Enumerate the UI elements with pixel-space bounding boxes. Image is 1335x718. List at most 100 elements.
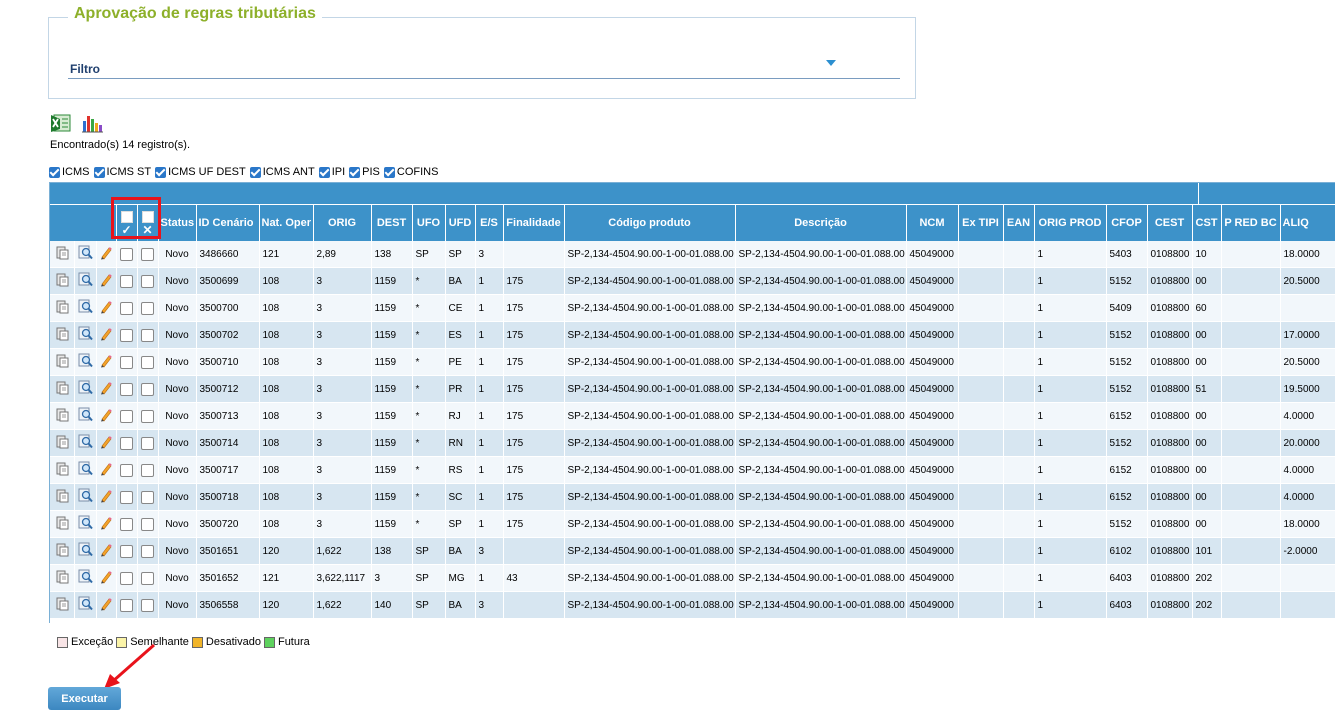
tax-filter-pis[interactable]: PIS	[349, 166, 380, 178]
search-magnifier-icon[interactable]	[78, 488, 93, 506]
tax-filter-cofins[interactable]: COFINS	[383, 166, 438, 178]
column-header[interactable]: E/S	[475, 205, 504, 241]
pencil-edit-icon[interactable]	[99, 489, 113, 506]
search-magnifier-icon[interactable]	[78, 326, 93, 344]
pencil-edit-icon[interactable]	[99, 408, 113, 425]
pencil-edit-icon[interactable]	[99, 327, 113, 344]
column-header[interactable]: CFOP	[1106, 205, 1148, 241]
approve-checkbox[interactable]	[120, 328, 133, 342]
approve-checkbox[interactable]	[120, 409, 133, 423]
filter-toggle[interactable]: Filtro	[70, 62, 100, 76]
pencil-edit-icon[interactable]	[99, 597, 113, 614]
approve-checkbox[interactable]	[120, 274, 133, 288]
document-icon[interactable]	[55, 435, 69, 452]
document-icon[interactable]	[55, 273, 69, 290]
pencil-edit-icon[interactable]	[99, 273, 113, 290]
tax-filter-icms[interactable]: ICMS	[49, 166, 90, 178]
document-icon[interactable]	[55, 462, 69, 479]
checkbox-icon[interactable]	[383, 166, 395, 178]
tax-filter-icms-uf-dest[interactable]: ICMS UF DEST	[155, 166, 246, 178]
column-header[interactable]: ORIG PROD	[1034, 205, 1107, 241]
reject-checkbox[interactable]	[141, 571, 154, 585]
column-header[interactable]: Status	[158, 205, 197, 241]
reject-checkbox[interactable]	[141, 544, 154, 558]
document-icon[interactable]	[55, 543, 69, 560]
table-row[interactable]: Novo 3500700 108 3 1159 * CE 1 175 SP-2,134-4504.…	[50, 294, 1335, 322]
pencil-edit-icon[interactable]	[99, 462, 113, 479]
pencil-edit-icon[interactable]	[99, 300, 113, 317]
checkbox-icon[interactable]	[49, 166, 60, 178]
reject-checkbox[interactable]	[141, 247, 154, 261]
tax-filter-icms-ant[interactable]: ICMS ANT	[249, 166, 315, 178]
document-icon[interactable]	[55, 354, 69, 371]
pencil-edit-icon[interactable]	[99, 570, 113, 587]
document-icon[interactable]	[55, 489, 69, 506]
checkbox-icon[interactable]	[93, 166, 105, 178]
column-header[interactable]: ALIQ	[1280, 205, 1335, 241]
table-row[interactable]: Novo 3500712 108 3 1159 * PR 1 175 SP-2,134-4504.…	[50, 375, 1335, 403]
column-header[interactable]: CST	[1192, 205, 1222, 241]
column-header[interactable]: EAN	[1003, 205, 1035, 241]
checkbox-icon[interactable]	[349, 166, 361, 178]
search-magnifier-icon[interactable]	[78, 245, 93, 263]
document-icon[interactable]	[55, 408, 69, 425]
search-magnifier-icon[interactable]	[78, 407, 93, 425]
search-magnifier-icon[interactable]	[78, 569, 93, 587]
search-magnifier-icon[interactable]	[78, 515, 93, 533]
approve-checkbox[interactable]	[120, 247, 133, 261]
reject-checkbox[interactable]	[141, 301, 154, 315]
approve-checkbox[interactable]	[120, 517, 133, 531]
column-header[interactable]: DEST	[371, 205, 413, 241]
search-magnifier-icon[interactable]	[78, 596, 93, 614]
search-magnifier-icon[interactable]	[78, 461, 93, 479]
tax-filter-icms-st[interactable]: ICMS ST	[93, 166, 151, 178]
reject-checkbox[interactable]	[141, 436, 154, 450]
table-row[interactable]: Novo 3501652 121 3,622,1117 3 SP MG 1 43 SP-2,134…	[50, 564, 1335, 592]
document-icon[interactable]	[55, 381, 69, 398]
table-row[interactable]: Novo 3506558 120 1,622 140 SP BA 3 SP-2,134-4504…	[50, 591, 1335, 619]
approve-checkbox[interactable]	[120, 436, 133, 450]
table-row[interactable]: Novo 3500699 108 3 1159 * BA 1 175 SP-2,134-4504.…	[50, 267, 1335, 295]
search-magnifier-icon[interactable]	[78, 299, 93, 317]
document-icon[interactable]	[55, 597, 69, 614]
approve-checkbox[interactable]	[120, 355, 133, 369]
search-magnifier-icon[interactable]	[78, 272, 93, 290]
document-icon[interactable]	[55, 246, 69, 263]
table-row[interactable]: Novo 3500720 108 3 1159 * SP 1 175 SP-2,134-4504.…	[50, 510, 1335, 538]
checkbox-icon[interactable]	[155, 166, 167, 178]
table-row[interactable]: Novo 3500714 108 3 1159 * RN 1 175 SP-2,134-4504.…	[50, 429, 1335, 457]
table-row[interactable]: Novo 3500713 108 3 1159 * RJ 1 175 SP-2,134-4504.…	[50, 402, 1335, 430]
column-header[interactable]: CEST	[1147, 205, 1193, 241]
approve-checkbox[interactable]	[120, 571, 133, 585]
column-header[interactable]: UFO	[412, 205, 446, 241]
reject-checkbox[interactable]	[141, 274, 154, 288]
reject-checkbox[interactable]	[141, 490, 154, 504]
table-row[interactable]: Novo 3500717 108 3 1159 * RS 1 175 SP-2,134-4504.…	[50, 456, 1335, 484]
approve-checkbox[interactable]	[120, 382, 133, 396]
table-row[interactable]: Novo 3500702 108 3 1159 * ES 1 175 SP-2,134-4504.…	[50, 321, 1335, 349]
pencil-edit-icon[interactable]	[99, 516, 113, 533]
column-header[interactable]: ID Cenário	[196, 205, 260, 241]
reject-checkbox[interactable]	[141, 463, 154, 477]
column-header[interactable]: NCM	[906, 205, 959, 241]
column-header[interactable]: P RED BC	[1221, 205, 1281, 241]
document-icon[interactable]	[55, 327, 69, 344]
document-icon[interactable]	[55, 300, 69, 317]
checkbox-icon[interactable]	[318, 166, 330, 178]
reject-checkbox[interactable]	[141, 355, 154, 369]
pencil-edit-icon[interactable]	[99, 435, 113, 452]
table-row[interactable]: Novo 3501651 120 1,622 138 SP BA 3 SP-2,134-4504…	[50, 537, 1335, 565]
approve-checkbox[interactable]	[120, 598, 133, 612]
search-magnifier-icon[interactable]	[78, 380, 93, 398]
pencil-edit-icon[interactable]	[99, 543, 113, 560]
column-header[interactable]: Finalidade	[503, 205, 565, 241]
document-icon[interactable]	[55, 570, 69, 587]
search-magnifier-icon[interactable]	[78, 542, 93, 560]
reject-checkbox[interactable]	[141, 598, 154, 612]
chevron-down-icon[interactable]	[826, 60, 836, 66]
column-header[interactable]: UFD	[445, 205, 476, 241]
table-row[interactable]: Novo 3486660 121 2,89 138 SP SP 3 SP-2,134-4504.…	[50, 241, 1335, 268]
column-header[interactable]: Ex TIPI	[958, 205, 1004, 241]
approve-checkbox[interactable]	[120, 301, 133, 315]
approve-checkbox[interactable]	[120, 544, 133, 558]
